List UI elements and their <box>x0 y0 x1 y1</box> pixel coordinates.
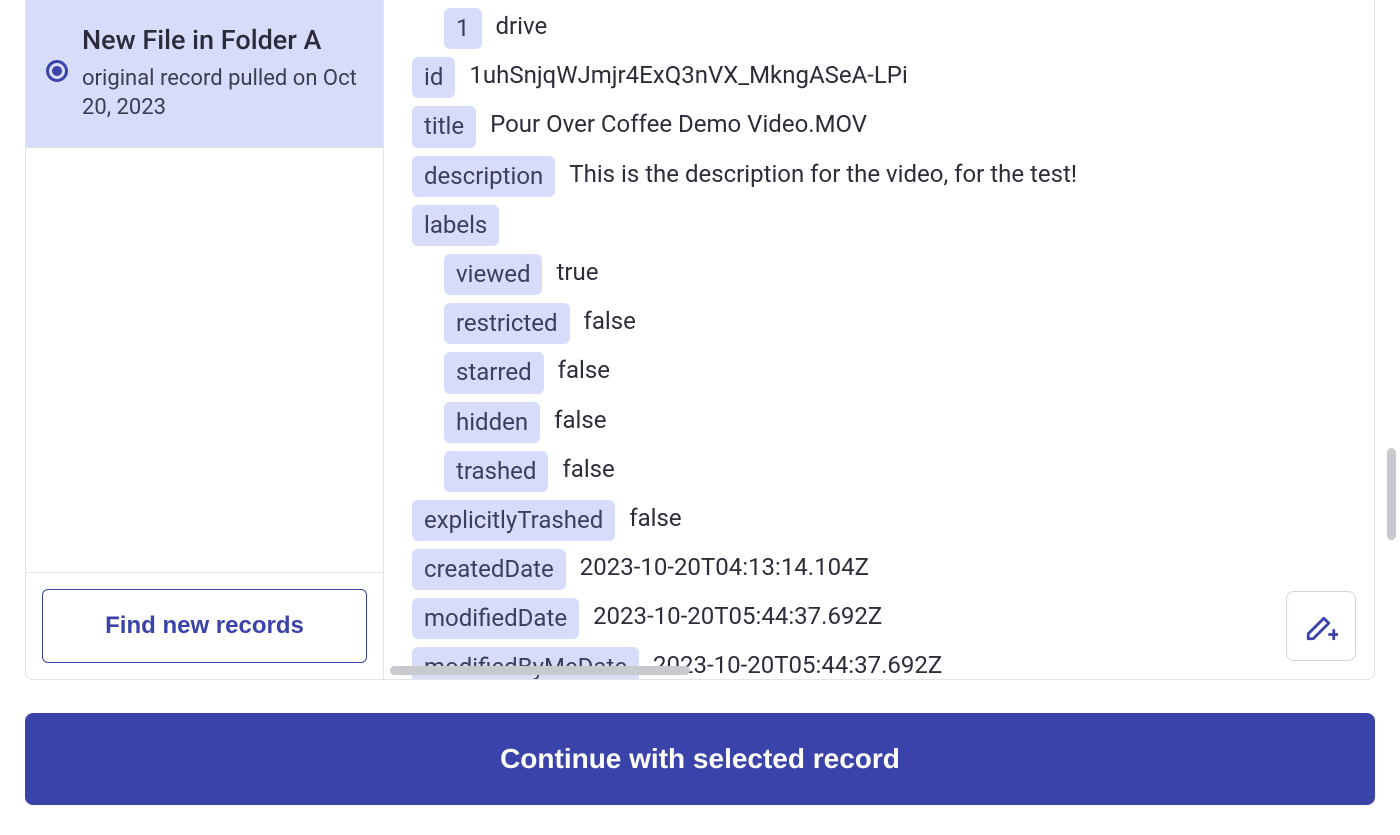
field-row: description This is the description for … <box>412 156 1346 197</box>
record-picker-panel: New File in Folder A original record pul… <box>25 0 1375 680</box>
field-key: hidden <box>444 402 540 443</box>
field-row: 1 drive <box>412 8 1346 49</box>
field-value: false <box>554 402 606 439</box>
field-key: trashed <box>444 451 548 492</box>
field-key: createdDate <box>412 549 566 590</box>
field-key: explicitlyTrashed <box>412 500 615 541</box>
field-key: modifiedDate <box>412 598 579 639</box>
record-item-title: New File in Folder A <box>82 24 363 58</box>
pencil-plus-icon <box>1304 609 1338 643</box>
horizontal-scrollbar[interactable] <box>390 666 690 675</box>
record-item-subtitle: original record pulled on Oct 20, 2023 <box>82 64 363 123</box>
find-new-records-button[interactable]: Find new records <box>42 589 367 663</box>
field-value: false <box>558 352 610 389</box>
field-value: drive <box>496 8 548 45</box>
record-detail: 1 drive id 1uhSnjqWJmjr4ExQ3nVX_MkngASeA… <box>384 0 1374 679</box>
sidebar-footer: Find new records <box>26 572 383 679</box>
field-row: title Pour Over Coffee Demo Video.MOV <box>412 106 1346 147</box>
vertical-scrollbar[interactable] <box>1387 448 1396 540</box>
field-row: explicitlyTrashed false <box>412 500 1346 541</box>
field-value: 1uhSnjqWJmjr4ExQ3nVX_MkngASeA-LPi <box>469 57 907 94</box>
edit-add-button[interactable] <box>1286 591 1356 661</box>
field-key: labels <box>412 205 499 246</box>
field-value: 2023-10-20T05:44:37.692Z <box>593 598 882 635</box>
field-row: createdDate 2023-10-20T04:13:14.104Z <box>412 549 1346 590</box>
field-row: restricted false <box>412 303 1346 344</box>
field-value: false <box>562 451 614 488</box>
field-value: 2023-10-20T05:44:37.692Z <box>653 647 942 679</box>
field-row: trashed false <box>412 451 1346 492</box>
record-item-text: New File in Folder A original record pul… <box>82 24 363 123</box>
field-row: starred false <box>412 352 1346 393</box>
record-item[interactable]: New File in Folder A original record pul… <box>26 0 383 148</box>
radio-selected-icon[interactable] <box>46 60 68 82</box>
field-row: modifiedDate 2023-10-20T05:44:37.692Z <box>412 598 1346 639</box>
field-row: hidden false <box>412 402 1346 443</box>
field-value: false <box>629 500 681 537</box>
footer-bar: Continue with selected record <box>0 685 1400 835</box>
record-detail-scroll[interactable]: 1 drive id 1uhSnjqWJmjr4ExQ3nVX_MkngASeA… <box>384 0 1374 679</box>
continue-button[interactable]: Continue with selected record <box>25 713 1375 805</box>
field-row: labels <box>412 205 1346 246</box>
field-value: true <box>556 254 598 291</box>
field-key: starred <box>444 352 544 393</box>
field-key: restricted <box>444 303 570 344</box>
field-value: false <box>584 303 636 340</box>
field-value: 2023-10-20T04:13:14.104Z <box>580 549 869 586</box>
field-row: viewed true <box>412 254 1346 295</box>
record-sidebar: New File in Folder A original record pul… <box>26 0 384 679</box>
field-key: 1 <box>444 8 482 49</box>
field-row: id 1uhSnjqWJmjr4ExQ3nVX_MkngASeA-LPi <box>412 57 1346 98</box>
field-key: viewed <box>444 254 542 295</box>
field-key: id <box>412 57 455 98</box>
field-value: Pour Over Coffee Demo Video.MOV <box>490 106 867 143</box>
record-list: New File in Folder A original record pul… <box>26 0 383 572</box>
field-key: title <box>412 106 476 147</box>
field-key: description <box>412 156 555 197</box>
field-value: This is the description for the video, f… <box>569 156 1077 193</box>
